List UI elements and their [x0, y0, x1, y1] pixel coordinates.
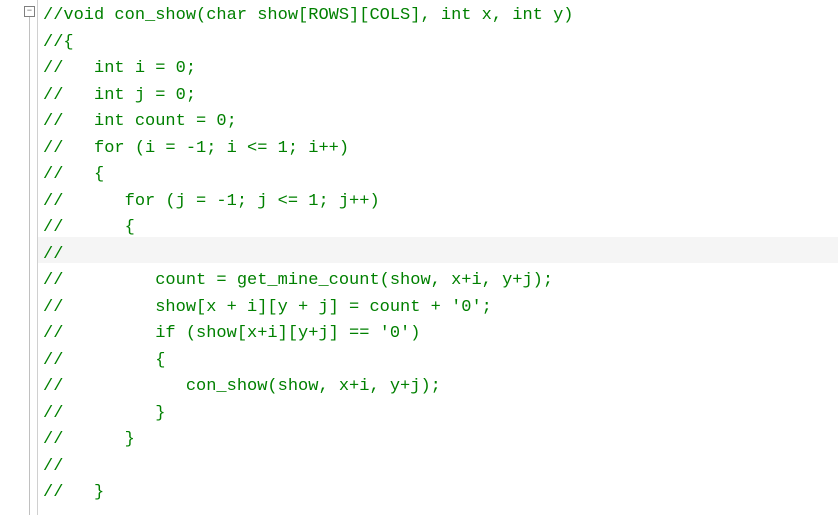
comment-text: // } [43, 404, 165, 423]
code-line[interactable]: //{ [43, 30, 838, 57]
comment-text: // count = get_mine_count(show, x+i, y+j… [43, 271, 553, 290]
code-line[interactable]: // int count = 0; [43, 109, 838, 136]
comment-text: // { [43, 165, 104, 184]
code-line[interactable]: // int i = 0; [43, 56, 838, 83]
code-line[interactable]: // } [43, 427, 838, 454]
code-line[interactable]: // for (j = -1; j <= 1; j++) [43, 189, 838, 216]
code-line[interactable]: // { [43, 162, 838, 189]
comment-text: // } [43, 483, 104, 502]
fold-toggle-icon[interactable]: − [24, 6, 35, 17]
code-line[interactable]: // con_show(show, x+i, y+j); [43, 374, 838, 401]
code-line[interactable]: // } [43, 401, 838, 428]
gutter: − [0, 0, 38, 515]
code-area[interactable]: //void con_show(char show[ROWS][COLS], i… [38, 0, 838, 515]
code-line[interactable]: // } [43, 480, 838, 507]
comment-text: // for (j = -1; j <= 1; j++) [43, 192, 380, 211]
code-line[interactable]: // count = get_mine_count(show, x+i, y+j… [43, 268, 838, 295]
gutter-content: − [0, 0, 37, 515]
comment-text: // int i = 0; [43, 59, 196, 78]
comment-text: // int j = 0; [43, 86, 196, 105]
comment-text: //{ [43, 33, 74, 52]
comment-text: // int count = 0; [43, 112, 237, 131]
code-line[interactable]: // { [43, 215, 838, 242]
code-editor: − //void con_show(char show[ROWS][COLS],… [0, 0, 838, 515]
comment-text: // { [43, 351, 165, 370]
comment-text: // con_show(show, x+i, y+j); [43, 377, 441, 396]
code-line[interactable]: // [43, 242, 838, 269]
comment-text: // for (i = -1; i <= 1; i++) [43, 139, 349, 158]
fold-line-wrap [0, 17, 37, 515]
comment-text: // if (show[x+i][y+j] == '0') [43, 324, 420, 343]
code-line[interactable]: // show[x + i][y + j] = count + '0'; [43, 295, 838, 322]
comment-text: // { [43, 218, 135, 237]
code-line[interactable]: // for (i = -1; i <= 1; i++) [43, 136, 838, 163]
code-line[interactable]: //void con_show(char show[ROWS][COLS], i… [43, 3, 838, 30]
comment-text: //void con_show(char show[ROWS][COLS], i… [43, 6, 574, 25]
comment-text: // } [43, 430, 135, 449]
code-line[interactable]: // int j = 0; [43, 83, 838, 110]
comment-text: // [43, 457, 63, 476]
comment-text: // [43, 245, 63, 264]
code-lines: //void con_show(char show[ROWS][COLS], i… [43, 3, 838, 507]
fold-guide-line [29, 17, 30, 515]
code-line[interactable]: // { [43, 348, 838, 375]
comment-text: // show[x + i][y + j] = count + '0'; [43, 298, 492, 317]
code-line[interactable]: // [43, 454, 838, 481]
code-line[interactable]: // if (show[x+i][y+j] == '0') [43, 321, 838, 348]
